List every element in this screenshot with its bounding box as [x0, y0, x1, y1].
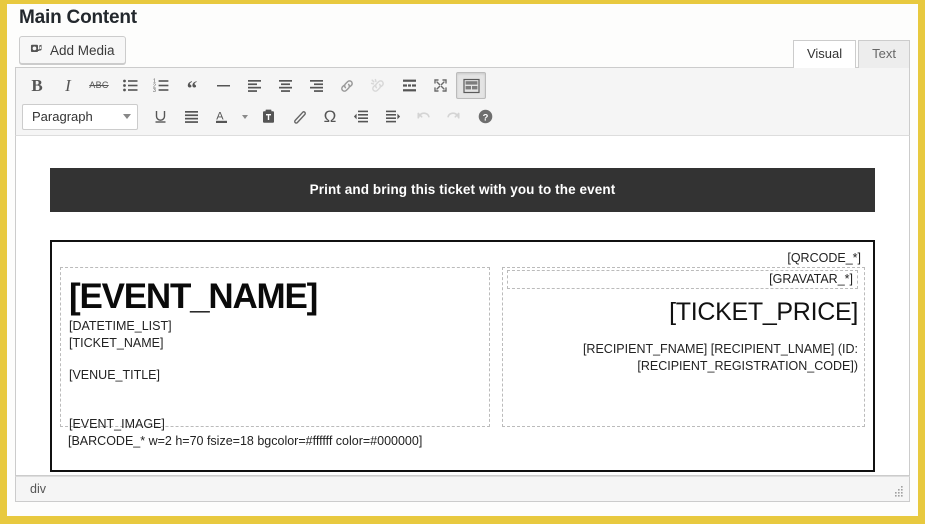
- recipient-placeholder: [RECIPIENT_FNAME] [RECIPIENT_LNAME] (ID:…: [503, 327, 864, 375]
- align-right-button[interactable]: [301, 72, 331, 99]
- omega-icon: Ω: [324, 108, 337, 125]
- horizontal-rule-icon: [215, 77, 232, 94]
- numbered-list-button[interactable]: 1 2 3: [146, 72, 176, 99]
- redo-icon: [445, 108, 463, 126]
- strikethrough-icon: ABC: [89, 81, 108, 90]
- editor-status-bar: div: [15, 476, 910, 502]
- justify-button[interactable]: [176, 103, 206, 130]
- italic-icon: I: [65, 77, 71, 94]
- svg-text:?: ?: [482, 112, 488, 123]
- bulleted-list-button[interactable]: [115, 72, 145, 99]
- text-color-button[interactable]: A: [207, 103, 237, 130]
- page-title: Main Content: [7, 4, 918, 29]
- paste-as-text-button[interactable]: [253, 103, 283, 130]
- chevron-down-icon: [123, 114, 131, 119]
- bold-button[interactable]: B: [22, 72, 52, 99]
- format-select[interactable]: Paragraph: [22, 104, 138, 130]
- underline-button[interactable]: [145, 103, 175, 130]
- text-color-icon: A: [214, 108, 231, 125]
- kitchen-sink-icon: [463, 78, 480, 94]
- keyboard-shortcuts-button[interactable]: ?: [470, 103, 500, 130]
- increase-indent-button[interactable]: [377, 103, 407, 130]
- undo-icon: [414, 108, 432, 126]
- bold-icon: B: [31, 77, 42, 94]
- ticket-banner: Print and bring this ticket with you to …: [50, 168, 875, 212]
- italic-button[interactable]: I: [53, 72, 83, 99]
- clear-formatting-button[interactable]: [284, 103, 314, 130]
- horizontal-rule-button[interactable]: [208, 72, 238, 99]
- wp-media-icon: [28, 42, 44, 58]
- toolbar-row-2: Paragraph: [18, 101, 907, 132]
- bulleted-list-icon: [122, 77, 139, 94]
- underline-icon: [152, 108, 169, 125]
- svg-text:A: A: [216, 110, 224, 122]
- tab-visual[interactable]: Visual: [793, 40, 856, 68]
- toolbar-row-1: B I ABC 1: [18, 70, 907, 101]
- element-path: div: [30, 482, 46, 496]
- gravatar-placeholder: [GRAVATAR_*]: [507, 270, 858, 289]
- undo-button[interactable]: [408, 103, 438, 130]
- qrcode-placeholder: [QRCODE_*]: [60, 250, 865, 267]
- editor-toolbar: B I ABC 1: [15, 67, 910, 136]
- toggle-toolbar-button[interactable]: [456, 72, 486, 99]
- gravatar-row: [GRAVATAR_*]: [503, 268, 864, 289]
- ticket-columns: [EVENT_NAME] [DATETIME_LIST] [TICKET_NAM…: [60, 267, 865, 427]
- ticket-container: [QRCODE_*] [EVENT_NAME] [DATETIME_LIST] …: [50, 240, 875, 472]
- numbered-list-icon: 1 2 3: [153, 77, 170, 94]
- justify-icon: [183, 108, 200, 125]
- text-color-dropdown[interactable]: [238, 103, 252, 130]
- editor-content-area[interactable]: Print and bring this ticket with you to …: [15, 136, 910, 476]
- recipient-line-1: [RECIPIENT_FNAME] [RECIPIENT_LNAME] (ID:: [583, 342, 858, 356]
- strikethrough-button[interactable]: ABC: [84, 72, 114, 99]
- ticket-right-column: [GRAVATAR_*] [TICKET_PRICE] [RECIPIENT_F…: [502, 267, 865, 427]
- eraser-icon: [291, 108, 308, 125]
- chevron-down-icon: [242, 115, 248, 119]
- read-more-icon: [401, 77, 418, 94]
- spacer: [69, 384, 483, 400]
- add-media-button[interactable]: Add Media: [19, 36, 126, 64]
- editor-frame: Main Content Add Media Visual Text B I: [7, 4, 918, 516]
- align-center-icon: [277, 77, 294, 94]
- paste-as-text-icon: [260, 108, 277, 125]
- venue-title-placeholder: [VENUE_TITLE]: [69, 367, 483, 384]
- ticket-name-placeholder: [TICKET_NAME]: [69, 335, 483, 352]
- link-icon: [338, 77, 356, 95]
- svg-text:3: 3: [153, 88, 156, 94]
- event-image-placeholder: [EVENT_IMAGE]: [69, 416, 483, 433]
- outdent-icon: [353, 108, 370, 125]
- remove-link-button[interactable]: [363, 72, 393, 99]
- unlink-icon: [369, 77, 387, 95]
- ticket-left-column: [EVENT_NAME] [DATETIME_LIST] [TICKET_NAM…: [60, 267, 490, 427]
- tab-text[interactable]: Text: [858, 40, 910, 68]
- format-select-value: Paragraph: [32, 109, 93, 124]
- event-name-placeholder: [EVENT_NAME]: [69, 276, 483, 318]
- align-left-button[interactable]: [239, 72, 269, 99]
- fullscreen-button[interactable]: [425, 72, 455, 99]
- blockquote-button[interactable]: “: [177, 72, 207, 99]
- spacer: [69, 351, 483, 367]
- insert-read-more-button[interactable]: [394, 72, 424, 99]
- insert-link-button[interactable]: [332, 72, 362, 99]
- add-media-label: Add Media: [50, 43, 115, 58]
- blockquote-icon: “: [187, 80, 198, 97]
- spacer: [69, 400, 483, 416]
- align-left-icon: [246, 77, 263, 94]
- align-right-icon: [308, 77, 325, 94]
- align-center-button[interactable]: [270, 72, 300, 99]
- media-bar: Add Media Visual Text: [7, 29, 918, 67]
- editor-mode-tabs: Visual Text: [791, 40, 910, 68]
- decrease-indent-button[interactable]: [346, 103, 376, 130]
- special-character-button[interactable]: Ω: [315, 103, 345, 130]
- fullscreen-icon: [432, 77, 449, 94]
- indent-icon: [384, 108, 401, 125]
- resize-grip-icon[interactable]: [890, 483, 906, 499]
- help-icon: ?: [477, 108, 494, 125]
- recipient-line-2: [RECIPIENT_REGISTRATION_CODE]): [637, 359, 858, 373]
- datetime-list-placeholder: [DATETIME_LIST]: [69, 318, 483, 335]
- redo-button[interactable]: [439, 103, 469, 130]
- ticket-price-placeholder: [TICKET_PRICE]: [503, 289, 864, 327]
